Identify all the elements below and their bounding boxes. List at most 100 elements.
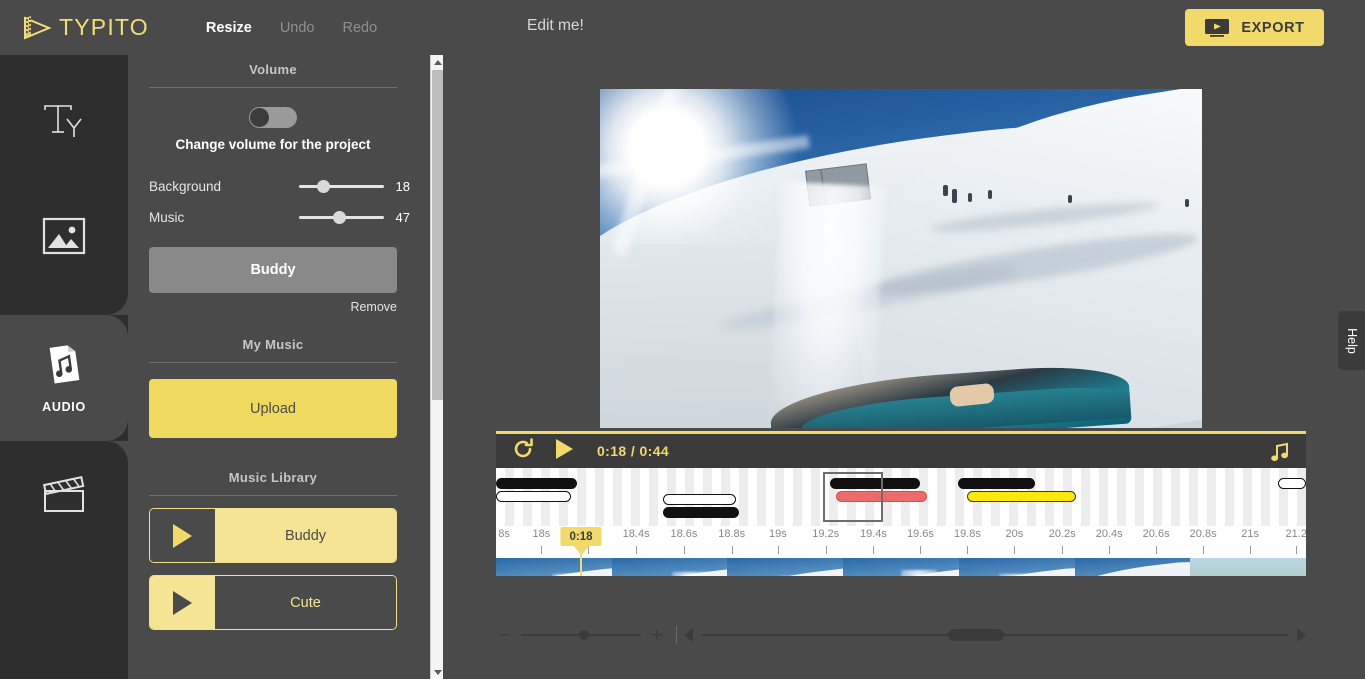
ruler-tick (825, 546, 827, 554)
timeline-clip[interactable] (496, 491, 571, 502)
thumbnail-frame[interactable] (843, 558, 959, 576)
left-rail: AUDIO (0, 55, 128, 679)
top-bar: TYPITO Resize Undo Redo Edit me! EXPORT (0, 0, 1365, 55)
upload-button[interactable]: Upload (149, 379, 397, 438)
export-label: EXPORT (1241, 19, 1305, 36)
triangle-left-icon[interactable] (684, 628, 693, 642)
divider (149, 362, 397, 363)
audio-note-document-icon (44, 342, 84, 391)
ruler-label: 20s (1005, 528, 1024, 540)
typito-video-editor: TYPITO Resize Undo Redo Edit me! EXPORT (0, 0, 1365, 679)
play-button[interactable] (556, 438, 573, 464)
music-note-icon[interactable] (1269, 442, 1290, 468)
timeline-clip[interactable] (662, 507, 739, 518)
ruler-tick (683, 546, 685, 554)
thumbnail-frame[interactable] (611, 558, 728, 576)
rail-item-text[interactable] (0, 69, 128, 182)
music-track-buddy[interactable]: Buddy (149, 508, 397, 563)
change-volume-toggle[interactable] (249, 107, 297, 128)
thumbnail-frame[interactable] (958, 558, 1075, 576)
timeline-clip[interactable] (662, 494, 736, 505)
ruler-tick (541, 546, 543, 554)
video-skier (1068, 195, 1072, 203)
video-skier (968, 193, 972, 202)
player-bar: 0:18 / 0:44 (496, 431, 1306, 468)
timeline-scrollbar[interactable] (676, 626, 1306, 644)
background-volume-knob[interactable] (317, 180, 330, 193)
timeline-scrollbar-thumb[interactable] (948, 629, 1005, 641)
video-skier (988, 190, 992, 199)
timeline-clip[interactable] (967, 491, 1076, 502)
ruler-tick (967, 546, 969, 554)
text-ty-icon (41, 102, 87, 149)
zoom-slider[interactable] (521, 630, 641, 640)
rail-item-video[interactable] (0, 441, 128, 554)
export-button[interactable]: EXPORT (1185, 9, 1324, 46)
ruler-label: 19.2s (812, 528, 840, 540)
thumbnail-frame[interactable] (496, 558, 612, 576)
play-icon[interactable] (150, 576, 215, 629)
brand-logo[interactable]: TYPITO (22, 14, 149, 42)
background-volume-slider[interactable] (299, 180, 384, 193)
menu-item-undo[interactable]: Undo (280, 20, 315, 36)
ruler-tick (1296, 546, 1298, 554)
background-volume-row: Background 18 (128, 171, 418, 202)
music-volume-slider[interactable] (299, 211, 384, 224)
loop-icon[interactable] (512, 437, 534, 465)
project-title[interactable]: Edit me! (527, 17, 584, 35)
zoom-slider-knob[interactable] (579, 630, 589, 640)
ruler-tick (777, 546, 779, 554)
current-track-button[interactable]: Buddy (149, 247, 397, 293)
triangle-right-icon[interactable] (1297, 628, 1306, 642)
menu-item-redo[interactable]: Redo (342, 20, 377, 36)
help-tab[interactable]: Help (1338, 311, 1365, 370)
tv-play-icon (1204, 18, 1230, 37)
music-library-section-title: Music Library (228, 470, 318, 485)
brand-name: TYPITO (59, 14, 149, 40)
thumbnail-frame[interactable] (1074, 558, 1191, 576)
top-menu: Resize Undo Redo (206, 20, 377, 36)
ruler-tick (731, 546, 733, 554)
playhead-time-badge[interactable]: 0:18 (560, 527, 602, 546)
image-icon (42, 217, 86, 260)
timeline-ruler[interactable]: 8s 18s 18.4s 18.6s 18.8s 19s 19.2s 19.4s… (496, 526, 1306, 558)
zoom-in-button[interactable]: + (648, 626, 666, 645)
ruler-label: 18s (532, 528, 551, 540)
ruler-label: 20.4s (1095, 528, 1123, 540)
music-volume-value: 47 (395, 210, 410, 225)
thumbnail-frame[interactable] (727, 558, 844, 576)
video-preview[interactable] (600, 89, 1202, 428)
ruler-label: 18.4s (622, 528, 650, 540)
video-skier (1185, 199, 1189, 207)
music-track-cute[interactable]: Cute (149, 575, 397, 630)
remove-track-link[interactable]: Remove (128, 300, 418, 314)
ruler-tick (636, 546, 638, 554)
film-play-icon (22, 14, 52, 42)
timeline-clip[interactable] (957, 478, 1036, 489)
play-icon[interactable] (150, 509, 215, 562)
divider (149, 87, 397, 88)
ruler-label: 21s (1241, 528, 1259, 540)
timeline-clip[interactable] (496, 478, 577, 489)
timeline-thumbnails[interactable] (496, 558, 1306, 576)
music-volume-knob[interactable] (333, 211, 346, 224)
background-volume-value: 18 (395, 179, 410, 194)
ruler-tick (873, 546, 875, 554)
timeline-scrollbar-track[interactable] (702, 629, 1288, 641)
help-label: Help (1344, 327, 1359, 354)
rail-item-audio[interactable]: AUDIO (0, 293, 128, 463)
thumbnail-frame[interactable] (1190, 558, 1306, 576)
timeline-clip[interactable] (1278, 478, 1306, 489)
menu-item-resize[interactable]: Resize (206, 20, 252, 36)
panel-scrollbar[interactable] (430, 55, 444, 679)
ruler-tick (1109, 546, 1111, 554)
clip-selection-box[interactable] (823, 472, 884, 522)
zoom-out-button[interactable]: − (496, 626, 514, 645)
ruler-label: 19.4s (859, 528, 887, 540)
rail-notch-top (106, 293, 128, 315)
panel-scrollbar-thumb[interactable] (432, 70, 443, 400)
time-display: 0:18 / 0:44 (597, 443, 670, 459)
timeline[interactable]: 8s 18s 18.4s 18.6s 18.8s 19s 19.2s 19.4s… (496, 468, 1306, 576)
rail-item-image[interactable] (0, 182, 128, 295)
background-volume-label: Background (149, 179, 222, 194)
